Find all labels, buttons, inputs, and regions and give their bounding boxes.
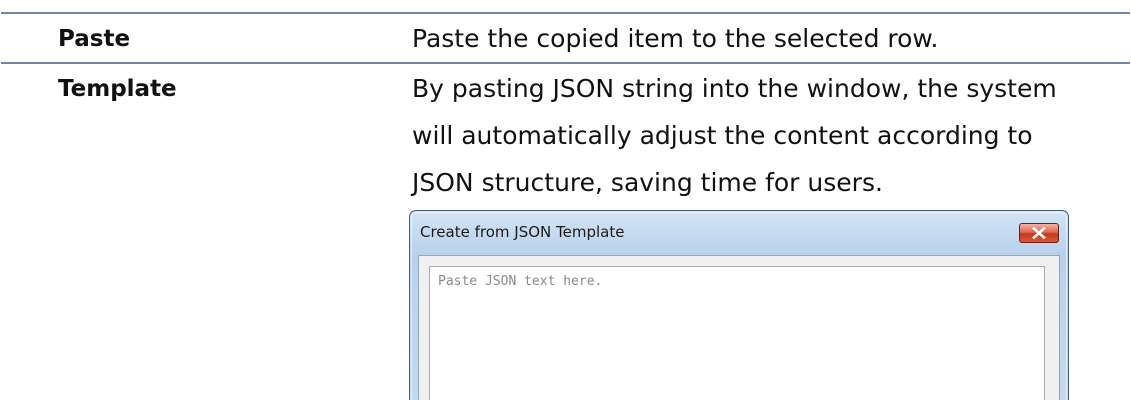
row-term-paste: Paste <box>58 26 131 52</box>
description-line: By pasting JSON string into the window, … <box>412 74 1057 103</box>
row-description-template: By pasting JSON string into the window, … <box>412 65 1112 206</box>
description-line: Paste the copied item to the selected ro… <box>412 24 939 53</box>
json-template-dialog: Create from JSON Template <box>409 210 1069 400</box>
row-term-template: Template <box>58 76 177 102</box>
row-description-paste: Paste the copied item to the selected ro… <box>412 15 1112 62</box>
json-text-input[interactable] <box>429 266 1045 400</box>
description-line: JSON structure, saving time for users. <box>412 168 883 197</box>
dialog-client-area <box>418 255 1060 400</box>
description-line: will automatically adjust the content ac… <box>412 121 1033 150</box>
close-icon <box>1032 227 1046 239</box>
table-top-rule <box>1 12 1130 14</box>
dialog-title: Create from JSON Template <box>420 223 625 241</box>
close-button[interactable] <box>1019 223 1059 243</box>
